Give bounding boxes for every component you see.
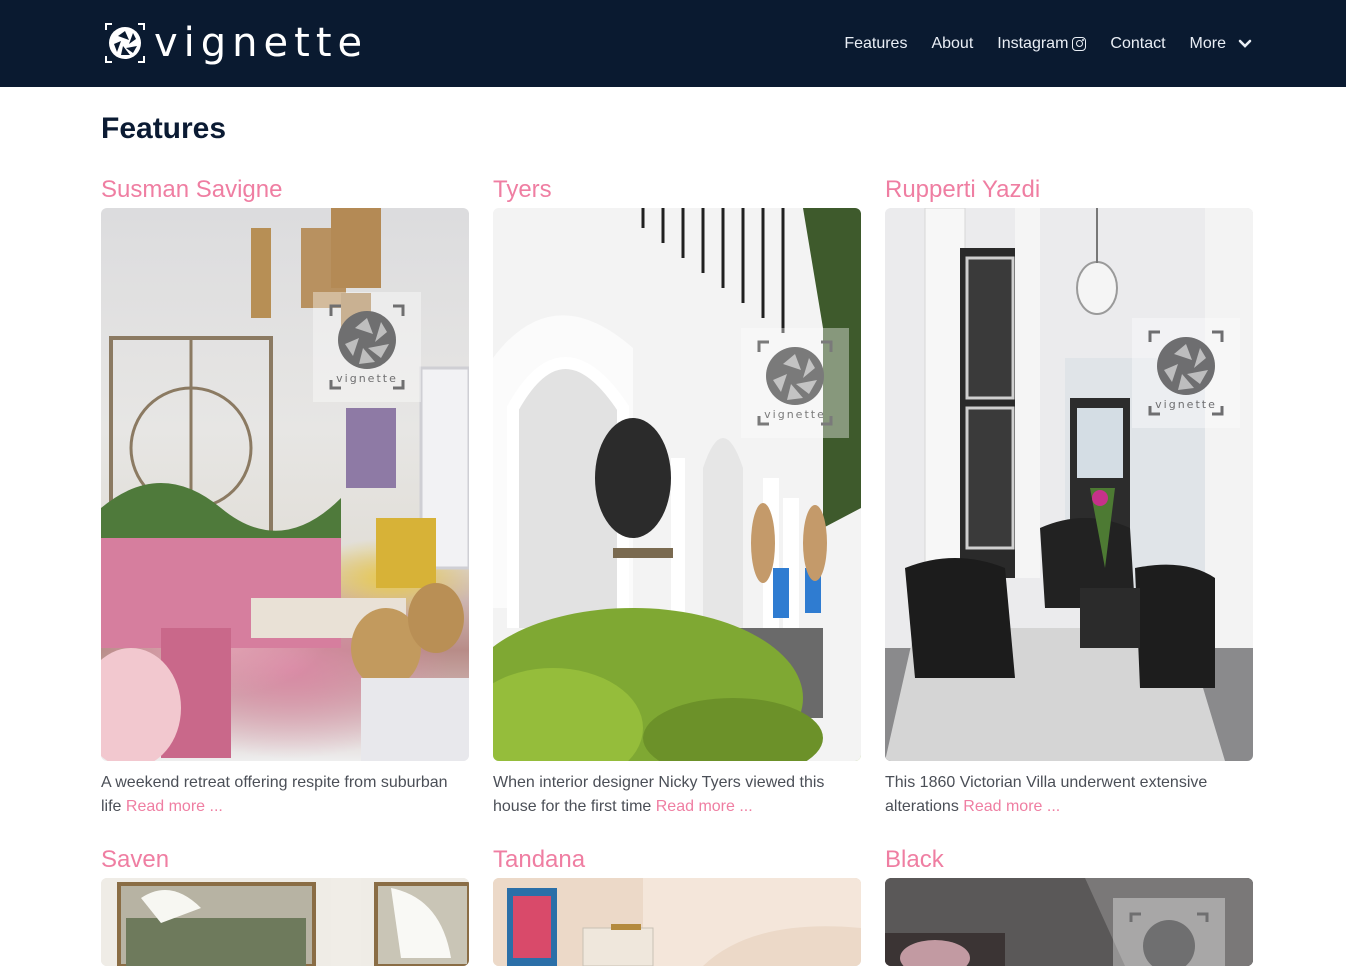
heron-prints-scene [101,878,469,966]
card-title[interactable]: Tandana [493,845,861,875]
living-room-scene [101,208,469,761]
watermark: vignette [313,292,421,402]
main-nav: Features About Instagram Contact More [820,0,1252,87]
watermark-text: vignette [336,372,398,385]
watermark-text: vignette [1155,398,1217,411]
card-title[interactable]: Tyers [493,175,861,205]
victorian-porch-scene [885,208,1253,761]
card-image[interactable] [885,878,1253,966]
aperture-watermark-icon [757,340,833,426]
instagram-icon [1072,36,1087,51]
feature-card[interactable]: Rupperti Yazdi vignette This 1860 Victor… [885,175,1253,819]
nav-about[interactable]: About [931,35,973,53]
watermark-text: vignette [764,408,826,421]
card-image[interactable]: vignette [101,208,469,761]
card-title[interactable]: Black [885,845,1253,875]
watermark: vignette [1132,318,1240,428]
feature-card[interactable]: Saven [101,845,469,966]
feature-card[interactable]: Susman Savigne vignette A weekend retrea… [101,175,469,819]
card-description: When interior designer Nicky Tyers viewe… [493,771,861,819]
tandana-interior-scene [493,878,861,966]
nav-more[interactable]: More [1190,35,1252,53]
nav-instagram[interactable]: Instagram [997,34,1087,53]
card-image[interactable]: vignette [493,208,861,761]
nav-instagram-label: Instagram [997,34,1069,52]
card-description: This 1860 Victorian Villa underwent exte… [885,771,1253,819]
card-description: A weekend retreat offering respite from … [101,771,469,819]
feature-card[interactable]: Tyers vignette When interior designer Ni… [493,175,861,819]
black-interior-scene [885,878,1253,966]
aperture-watermark-icon [329,304,405,390]
card-image[interactable] [101,878,469,966]
nav-more-label: More [1189,34,1226,52]
brand-logo[interactable]: vignette [104,20,368,66]
feature-card[interactable]: Tandana [493,845,861,966]
chevron-down-icon [1238,39,1252,48]
header-bar: vignette Features About Instagram Contac… [0,0,1346,87]
nav-features[interactable]: Features [844,35,907,53]
card-title[interactable]: Susman Savigne [101,175,469,205]
arched-veranda-scene [493,208,861,761]
watermark: vignette [741,328,849,438]
card-image[interactable] [493,878,861,966]
card-title[interactable]: Rupperti Yazdi [885,175,1253,205]
read-more-link[interactable]: Read more ... [963,798,1060,815]
card-image[interactable]: vignette [885,208,1253,761]
card-title[interactable]: Saven [101,845,469,875]
nav-contact[interactable]: Contact [1110,35,1165,53]
aperture-logo-icon [105,23,145,63]
read-more-link[interactable]: Read more ... [656,798,753,815]
brand-name: vignette [154,20,369,66]
feature-card[interactable]: Black [885,845,1253,966]
read-more-link[interactable]: Read more ... [126,798,223,815]
page-title: Features [101,112,227,145]
aperture-watermark-icon [1148,330,1224,416]
